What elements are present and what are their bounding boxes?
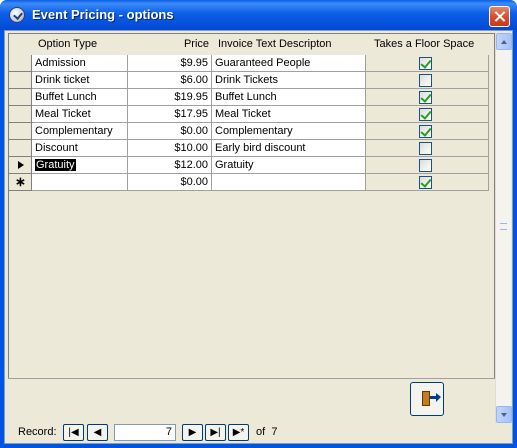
table-row[interactable]: Drink ticket $6.00 Drink Tickets xyxy=(9,72,489,89)
option-type-cell[interactable] xyxy=(32,174,128,191)
option-type-cell[interactable]: Admission xyxy=(32,55,128,72)
price-cell[interactable]: $12.00 xyxy=(128,157,212,174)
table-row[interactable]: Meal Ticket $17.95 Meal Ticket xyxy=(9,106,489,123)
floor-space-cell xyxy=(366,55,489,72)
option-type-cell[interactable]: Discount xyxy=(32,140,128,157)
previous-record-button[interactable]: ◀ xyxy=(87,424,108,441)
exit-door-icon xyxy=(422,391,430,406)
invoice-text-cell[interactable]: Meal Ticket xyxy=(212,106,366,123)
floor-space-checkbox[interactable] xyxy=(419,125,432,138)
price-cell[interactable]: $19.95 xyxy=(128,89,212,106)
column-header-invoice-text[interactable]: Invoice Text Descripton xyxy=(215,34,335,54)
new-record-icon: ▶* xyxy=(232,427,245,438)
close-button[interactable] xyxy=(489,6,510,27)
price-cell[interactable]: $0.00 xyxy=(128,174,212,191)
exit-button[interactable] xyxy=(410,382,444,416)
floor-space-cell xyxy=(366,72,489,89)
current-record-input[interactable]: 7 xyxy=(114,424,176,441)
invoice-text-cell[interactable] xyxy=(212,174,366,191)
floor-space-checkbox[interactable] xyxy=(419,108,432,121)
floor-space-checkbox[interactable] xyxy=(419,142,432,155)
record-pointer-icon xyxy=(18,161,24,169)
record-total-value: 7 xyxy=(271,426,278,438)
table-row[interactable]: Discount $10.00 Early bird discount xyxy=(9,140,489,157)
floor-space-checkbox[interactable] xyxy=(419,159,432,172)
floor-space-cell xyxy=(366,89,489,106)
option-type-cell[interactable]: Buffet Lunch xyxy=(32,89,128,106)
table-row[interactable]: Complementary $0.00 Complementary xyxy=(9,123,489,140)
window-title: Event Pricing - options xyxy=(32,7,174,22)
title-bar[interactable]: Event Pricing - options xyxy=(0,0,517,30)
price-cell[interactable]: $0.00 xyxy=(128,123,212,140)
table-row[interactable]: Gratuity $12.00 Gratuity xyxy=(9,157,489,174)
record-selector[interactable] xyxy=(9,157,32,174)
datasheet: Option Type Price Invoice Text Descripto… xyxy=(8,33,495,379)
first-record-icon: |◀ xyxy=(68,427,79,438)
new-record-button[interactable]: ▶* xyxy=(228,424,249,441)
floor-space-checkbox[interactable] xyxy=(419,91,432,104)
new-record-row[interactable]: ∗ $0.00 xyxy=(9,174,489,191)
footer-separator xyxy=(8,378,495,379)
column-header-option-type[interactable]: Option Type xyxy=(35,34,100,54)
scroll-down-button[interactable] xyxy=(496,406,512,423)
floor-space-cell xyxy=(366,106,489,123)
price-cell[interactable]: $17.95 xyxy=(128,106,212,123)
option-type-value: Complementary xyxy=(35,125,113,137)
option-type-cell[interactable]: Complementary xyxy=(32,123,128,140)
option-type-value: Meal Ticket xyxy=(35,108,91,120)
floor-space-cell xyxy=(366,123,489,140)
price-cell[interactable]: $10.00 xyxy=(128,140,212,157)
first-record-button[interactable]: |◀ xyxy=(63,424,84,441)
option-type-value: Discount xyxy=(35,142,78,154)
next-record-icon: ▶ xyxy=(188,427,197,438)
option-type-cell[interactable]: Gratuity xyxy=(32,157,128,174)
scroll-up-button[interactable] xyxy=(496,33,512,50)
last-record-icon: ▶| xyxy=(210,427,221,438)
record-of-label: of xyxy=(256,426,266,438)
table-row[interactable]: Buffet Lunch $19.95 Buffet Lunch xyxy=(9,89,489,106)
floor-space-checkbox[interactable] xyxy=(419,57,432,70)
record-selector[interactable] xyxy=(9,140,32,157)
scroll-grip xyxy=(500,223,507,230)
price-cell[interactable]: $9.95 xyxy=(128,55,212,72)
invoice-text-cell[interactable]: Complementary xyxy=(212,123,366,140)
option-type-cell[interactable]: Drink ticket xyxy=(32,72,128,89)
record-selector[interactable] xyxy=(9,72,32,89)
price-cell[interactable]: $6.00 xyxy=(128,72,212,89)
record-selector[interactable] xyxy=(9,123,32,140)
new-record-icon: ∗ xyxy=(15,174,26,189)
invoice-text-cell[interactable]: Drink Tickets xyxy=(212,72,366,89)
option-type-value: Admission xyxy=(35,57,86,69)
column-headers: Option Type Price Invoice Text Descripto… xyxy=(9,34,496,54)
option-type-cell[interactable]: Meal Ticket xyxy=(32,106,128,123)
option-type-value: Gratuity xyxy=(35,159,76,171)
next-record-button[interactable]: ▶ xyxy=(182,424,203,441)
record-total: of 7 xyxy=(256,426,277,438)
previous-record-icon: ◀ xyxy=(93,427,102,438)
exit-arrow-icon xyxy=(430,393,441,402)
invoice-text-cell[interactable]: Early bird discount xyxy=(212,140,366,157)
floor-space-checkbox[interactable] xyxy=(419,176,432,189)
floor-space-checkbox[interactable] xyxy=(419,74,432,87)
record-selector[interactable] xyxy=(9,55,32,72)
record-label: Record: xyxy=(18,426,57,438)
record-selector[interactable] xyxy=(9,89,32,106)
floor-space-cell xyxy=(366,140,489,157)
invoice-text-cell[interactable]: Gratuity xyxy=(212,157,366,174)
option-type-value: Buffet Lunch xyxy=(35,91,97,103)
record-selector[interactable] xyxy=(9,106,32,123)
app-icon[interactable] xyxy=(9,7,25,23)
floor-space-cell xyxy=(366,157,489,174)
invoice-text-cell[interactable]: Guaranteed People xyxy=(212,55,366,72)
column-header-floor-space[interactable]: Takes a Floor Space xyxy=(371,34,477,54)
last-record-button[interactable]: ▶| xyxy=(205,424,226,441)
floor-space-cell xyxy=(366,174,489,191)
record-selector[interactable]: ∗ xyxy=(9,174,32,191)
invoice-text-cell[interactable]: Buffet Lunch xyxy=(212,89,366,106)
record-navigation: Record: |◀ ◀ 7 ▶ ▶| ▶* of 7 xyxy=(8,423,495,443)
table-row[interactable]: Admission $9.95 Guaranteed People xyxy=(9,55,489,72)
option-type-value: Drink ticket xyxy=(35,74,90,86)
vertical-scrollbar[interactable] xyxy=(495,33,512,423)
column-header-price[interactable]: Price xyxy=(128,34,212,54)
